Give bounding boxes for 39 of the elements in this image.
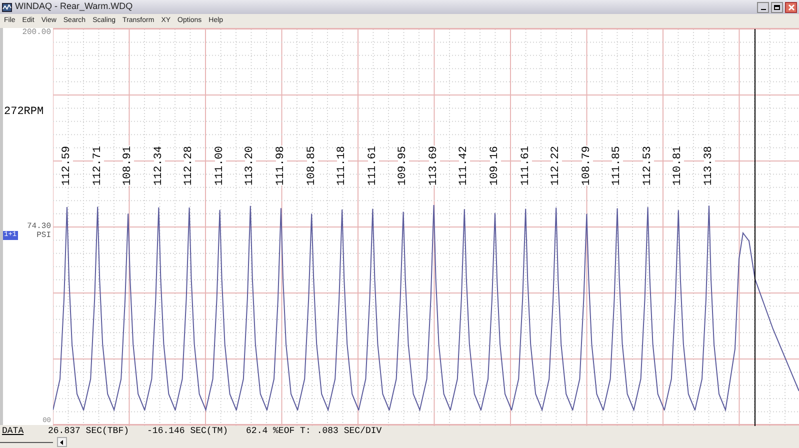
peak-value: 109.95 (398, 146, 410, 186)
peak-value: 112.22 (551, 146, 562, 186)
close-icon (788, 4, 794, 10)
scroll-left-button[interactable] (57, 437, 67, 447)
status-text: 26.837 SEC(TBF) (48, 426, 130, 436)
peak-value: 111.18 (337, 146, 348, 186)
peak-value: 108.85 (306, 146, 318, 186)
peak-value: 113.38 (704, 146, 715, 186)
peak-value: 108.91 (123, 146, 134, 186)
scale-top-label: 200.00 (22, 28, 52, 37)
rpm-label: 272RPM (4, 106, 45, 118)
peak-value: 112.53 (642, 146, 654, 186)
channel-value: 74.30 (26, 222, 52, 231)
peak-value: 112.34 (154, 146, 165, 186)
window-title: WINDAQ - Rear_Warm.WDQ (15, 0, 133, 14)
peak-value: 111.42 (459, 146, 470, 186)
peak-value: 111.61 (520, 146, 532, 186)
peak-value: 111.00 (214, 146, 226, 186)
peak-value: 113.20 (245, 146, 256, 186)
status-text: .083 SEC/DIV (316, 426, 382, 436)
minimize-button[interactable] (757, 2, 769, 12)
maximize-button[interactable] (771, 2, 783, 12)
status-text: 62.4 %EOF T: (246, 426, 311, 436)
peak-value: 111.85 (612, 146, 624, 186)
peak-value: 111.98 (276, 146, 287, 186)
left-arrow-icon (60, 440, 64, 444)
peak-value: 112.71 (92, 146, 104, 186)
peak-value: 109.16 (490, 146, 501, 186)
unit-label: PSI (36, 231, 51, 240)
close-button[interactable] (785, 2, 797, 12)
peak-value: 113.69 (428, 146, 440, 186)
status-text: -16.146 SEC(TM) (147, 426, 228, 436)
peak-value: 110.81 (673, 146, 684, 186)
peak-value: 112.59 (62, 146, 73, 186)
peak-value: 112.28 (184, 146, 196, 186)
peak-value: 108.79 (582, 146, 593, 186)
status-mode: DATA (1, 426, 25, 436)
app-icon (2, 2, 12, 12)
peak-value: 111.61 (368, 146, 379, 186)
